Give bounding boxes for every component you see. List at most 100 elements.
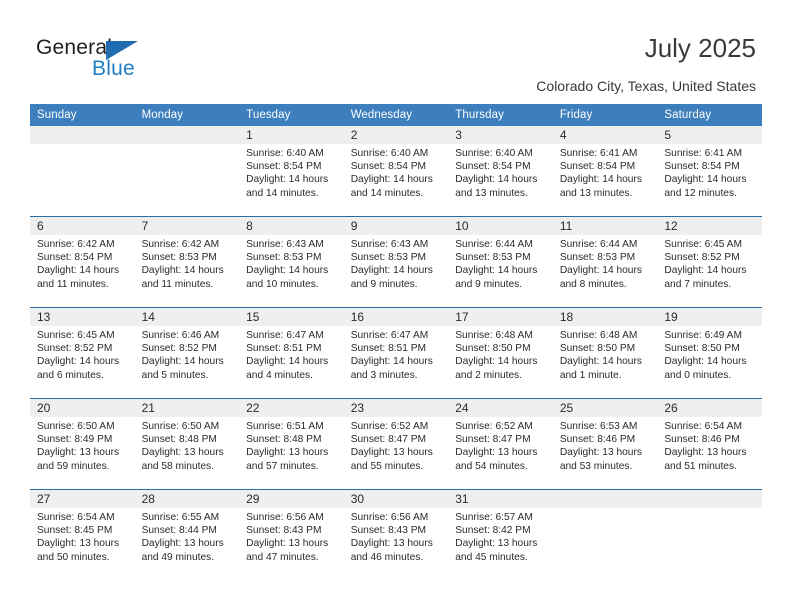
day-cell-inner: 29 Sunrise: 6:56 AM Sunset: 8:43 PM Dayligh… [239,490,344,580]
sunset-text: Sunset: 8:54 PM [664,161,740,173]
calendar-day-cell[interactable]: 31 Sunrise: 6:57 AM Sunset: 8:42 PM Dayligh… [448,489,553,580]
day-details: Sunrise: 6:54 AM Sunset: 8:46 PM Daylight:… [657,417,762,473]
daylight-text-line1: Daylight: 13 hours [455,538,538,550]
sunrise-text: Sunrise: 6:57 AM [455,512,533,523]
daylight-text-line1: Daylight: 14 hours [350,174,433,186]
day-cell-inner: 21 Sunrise: 6:50 AM Sunset: 8:48 PM Dayligh… [134,399,240,489]
calendar-day-cell[interactable]: 5 Sunrise: 6:41 AM Sunset: 8:54 PM Daylight… [657,126,762,217]
daylight-text-line2: and 14 minutes. [350,187,424,199]
day-number: 17 [448,308,553,326]
calendar-day-cell[interactable]: 29 Sunrise: 6:56 AM Sunset: 8:43 PM Dayligh… [239,489,344,580]
calendar-day-cell[interactable]: 20 Sunrise: 6:50 AM Sunset: 8:49 PM Dayligh… [30,398,135,490]
daylight-text-line2: and 2 minutes. [455,369,523,381]
sunrise-text: Sunrise: 6:46 AM [141,330,220,341]
day-details: Sunrise: 6:44 AM Sunset: 8:53 PM Daylight:… [448,235,553,291]
daylight-text-line2: and 59 minutes. [37,460,110,472]
calendar-day-cell[interactable]: 26 Sunrise: 6:54 AM Sunset: 8:46 PM Dayligh… [657,398,762,490]
weekday-header-monday: Monday [134,104,240,126]
calendar-day-cell[interactable]: 14 Sunrise: 6:46 AM Sunset: 8:52 PM Dayligh… [134,307,240,399]
day-details: Sunrise: 6:48 AM Sunset: 8:50 PM Daylight:… [553,326,658,382]
calendar-week-row: 13 Sunrise: 6:45 AM Sunset: 8:52 PM Dayligh… [30,307,762,399]
day-number: 15 [239,308,344,326]
daylight-text-line1: Daylight: 13 hours [246,538,329,550]
day-number: 28 [134,490,240,508]
day-number [30,126,135,144]
daylight-text-line2: and 7 minutes. [664,278,732,290]
calendar-day-cell[interactable]: 15 Sunrise: 6:47 AM Sunset: 8:51 PM Dayligh… [239,307,344,399]
calendar-day-cell[interactable]: 21 Sunrise: 6:50 AM Sunset: 8:48 PM Dayligh… [134,398,240,490]
calendar-day-cell[interactable]: 4 Sunrise: 6:41 AM Sunset: 8:54 PM Daylight… [552,126,658,217]
day-details: Sunrise: 6:51 AM Sunset: 8:48 PM Daylight:… [239,417,344,473]
sunset-text: Sunset: 8:48 PM [246,434,322,446]
calendar-day-cell[interactable]: 9 Sunrise: 6:43 AM Sunset: 8:53 PM Daylight… [343,216,449,308]
sunrise-text: Sunrise: 6:54 AM [37,512,115,523]
calendar-day-cell[interactable]: 1 Sunrise: 6:40 AM Sunset: 8:54 PM Daylight… [239,126,344,217]
brand-logo[interactable]: General Blue [36,36,236,88]
calendar-day-cell[interactable]: 7 Sunrise: 6:42 AM Sunset: 8:53 PM Daylight… [134,216,240,308]
daylight-text-line2: and 13 minutes. [559,187,633,199]
day-number: 11 [552,217,658,235]
calendar-day-cell[interactable]: 23 Sunrise: 6:52 AM Sunset: 8:47 PM Dayligh… [343,398,449,490]
day-cell-inner [134,126,240,216]
day-number: 8 [239,217,344,235]
daylight-text-line1: Daylight: 14 hours [664,265,747,277]
daylight-text-line2: and 50 minutes. [37,551,110,563]
day-details: Sunrise: 6:45 AM Sunset: 8:52 PM Daylight:… [30,326,135,382]
calendar-day-cell[interactable]: 16 Sunrise: 6:47 AM Sunset: 8:51 PM Dayligh… [343,307,449,399]
day-cell-inner: 26 Sunrise: 6:54 AM Sunset: 8:46 PM Dayligh… [657,399,762,489]
day-details: Sunrise: 6:43 AM Sunset: 8:53 PM Daylight:… [239,235,344,291]
day-details: Sunrise: 6:57 AM Sunset: 8:42 PM Daylight:… [448,508,553,564]
daylight-text-line1: Daylight: 14 hours [455,174,538,186]
calendar-day-cell[interactable]: 8 Sunrise: 6:43 AM Sunset: 8:53 PM Daylight… [239,216,344,308]
calendar-day-cell[interactable]: 27 Sunrise: 6:54 AM Sunset: 8:45 PM Dayligh… [30,489,135,580]
sunrise-text: Sunrise: 6:44 AM [559,239,638,250]
day-details: Sunrise: 6:44 AM Sunset: 8:53 PM Daylight:… [553,235,658,291]
calendar-day-cell[interactable]: 11 Sunrise: 6:44 AM Sunset: 8:53 PM Dayligh… [552,216,658,308]
sunrise-text: Sunrise: 6:40 AM [246,148,324,159]
calendar-day-cell[interactable]: 30 Sunrise: 6:56 AM Sunset: 8:43 PM Dayligh… [343,489,449,580]
daylight-text-line2: and 4 minutes. [246,369,313,381]
day-number: 18 [552,308,658,326]
calendar-day-cell[interactable]: 13 Sunrise: 6:45 AM Sunset: 8:52 PM Dayligh… [30,307,135,399]
calendar-day-cell[interactable]: 6 Sunrise: 6:42 AM Sunset: 8:54 PM Daylight… [30,216,135,308]
day-cell-inner [552,490,658,580]
day-cell-inner: 8 Sunrise: 6:43 AM Sunset: 8:53 PM Daylight… [239,217,344,307]
calendar-day-cell[interactable]: 12 Sunrise: 6:45 AM Sunset: 8:52 PM Dayligh… [657,216,762,308]
day-cell-inner: 3 Sunrise: 6:40 AM Sunset: 8:54 PM Daylight… [448,126,553,216]
calendar-day-cell[interactable]: 24 Sunrise: 6:52 AM Sunset: 8:47 PM Dayligh… [448,398,553,490]
weekday-header-thursday: Thursday [448,104,553,126]
sunrise-text: Sunrise: 6:48 AM [455,330,533,341]
daylight-text-line2: and 9 minutes. [455,278,523,290]
calendar-day-cell[interactable]: 2 Sunrise: 6:40 AM Sunset: 8:54 PM Daylight… [343,126,449,217]
day-number: 14 [134,308,240,326]
daylight-text-line2: and 57 minutes. [246,460,319,472]
page-subtitle: Colorado City, Texas, United States [536,78,756,94]
sunrise-text: Sunrise: 6:51 AM [246,421,324,432]
daylight-text-line1: Daylight: 13 hours [664,447,747,459]
calendar-day-cell[interactable]: 17 Sunrise: 6:48 AM Sunset: 8:50 PM Dayligh… [448,307,553,399]
sunset-text: Sunset: 8:47 PM [350,434,427,446]
sunrise-text: Sunrise: 6:54 AM [664,421,742,432]
day-cell-inner: 7 Sunrise: 6:42 AM Sunset: 8:53 PM Daylight… [134,217,240,307]
calendar-day-cell[interactable]: 3 Sunrise: 6:40 AM Sunset: 8:54 PM Daylight… [448,126,553,217]
daylight-text-line1: Daylight: 13 hours [559,447,642,459]
calendar-day-cell[interactable]: 28 Sunrise: 6:55 AM Sunset: 8:44 PM Dayligh… [134,489,240,580]
day-cell-inner: 19 Sunrise: 6:49 AM Sunset: 8:50 PM Dayligh… [657,308,762,398]
daylight-text-line1: Daylight: 13 hours [141,538,224,550]
daylight-text-line2: and 11 minutes. [141,278,214,290]
day-details: Sunrise: 6:54 AM Sunset: 8:45 PM Daylight:… [30,508,135,564]
daylight-text-line1: Daylight: 13 hours [350,447,433,459]
daylight-text-line2: and 46 minutes. [350,551,424,563]
weekday-header-tuesday: Tuesday [239,104,344,126]
sunset-text: Sunset: 8:52 PM [37,343,113,355]
calendar-day-cell[interactable]: 22 Sunrise: 6:51 AM Sunset: 8:48 PM Dayligh… [239,398,344,490]
calendar-day-cell[interactable]: 25 Sunrise: 6:53 AM Sunset: 8:46 PM Dayligh… [552,398,658,490]
calendar-day-cell[interactable]: 19 Sunrise: 6:49 AM Sunset: 8:50 PM Dayligh… [657,307,762,399]
calendar-day-cell[interactable]: 10 Sunrise: 6:44 AM Sunset: 8:53 PM Dayligh… [448,216,553,308]
day-cell-inner: 18 Sunrise: 6:48 AM Sunset: 8:50 PM Dayligh… [552,308,658,398]
calendar-day-cell[interactable]: 18 Sunrise: 6:48 AM Sunset: 8:50 PM Dayligh… [552,307,658,399]
sunrise-text: Sunrise: 6:50 AM [141,421,220,432]
daylight-text-line2: and 1 minute. [559,369,622,381]
sunset-text: Sunset: 8:53 PM [350,252,427,264]
day-details: Sunrise: 6:50 AM Sunset: 8:48 PM Daylight:… [135,417,240,473]
